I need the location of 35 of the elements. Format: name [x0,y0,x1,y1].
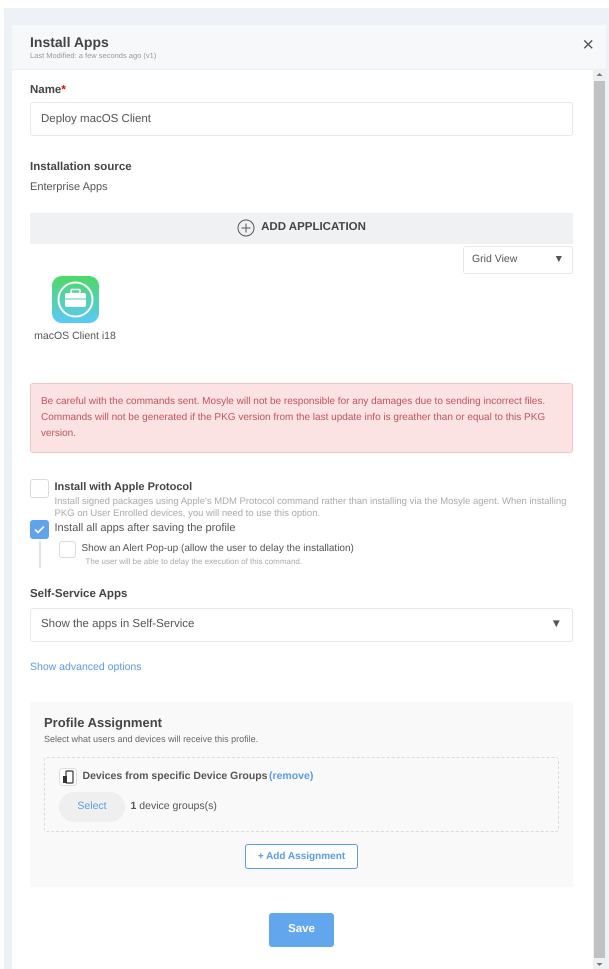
checkbox[interactable] [59,541,76,558]
checkmark-icon [34,524,45,534]
modal-title: Install Apps [30,34,110,51]
checkbox[interactable] [30,520,49,538]
select-value: Show the apps in Self-Service [41,616,194,632]
app-icon[interactable] [52,276,98,324]
scrollbar[interactable] [593,70,606,969]
scroll-up-icon[interactable] [596,70,603,79]
view-select[interactable]: Grid View ▼ [463,246,573,274]
close-button[interactable]: × [582,34,594,56]
field-label: Installation source [30,160,133,175]
dropdown-arrow-icon: ▼ [550,616,562,634]
field-label: Self-Service Apps [30,587,128,602]
option-label: Install all apps after saving the profile [54,520,236,536]
warning-alert: Be careful with the commands sent. Mosyle will not be responsible for any damages due to sending incorrect files. Commands will not be generated if the PKG version from the last update info is greather than or equal to this PKG version. [30,382,573,452]
name-input-field[interactable]: Deploy macOS Client [30,102,573,136]
plus-circle-icon [237,219,256,237]
option-description: Install signed packages using Apple's MDM Protocol command rather than installing via the Mosyle agent. When installing PKG on User Enrolled devices, you will need to use this option. [54,496,568,520]
device-count-text: 1 device groups(s) [130,798,217,814]
section-subtitle: Select what users and devices will receive this profile. [44,732,260,746]
add-application-button[interactable]: ADD APPLICATION [30,212,573,244]
field-label: Name* [30,83,67,98]
device-icon [59,768,77,786]
scroll-down-icon[interactable] [596,960,603,969]
dropdown-arrow-icon: ▼ [554,252,564,268]
checkbox[interactable] [30,478,49,498]
option-label: Install with Apple Protocol [54,480,194,494]
self-service-select[interactable]: Show the apps in Self-Service ▼ [30,608,573,642]
option-label: Show an Alert Pop-up (allow the user to delay the installation) [82,542,354,556]
option-description: The user will be able to delay the execution of this command. [86,556,304,568]
section-title: Profile Assignment [44,714,163,732]
select-value: Grid View [472,252,518,268]
source-value-text: Enterprise Apps [30,180,109,195]
assignment-label: Devices from specific Device Groups [82,769,268,784]
app-name[interactable]: macOS Client i18 [34,328,116,344]
